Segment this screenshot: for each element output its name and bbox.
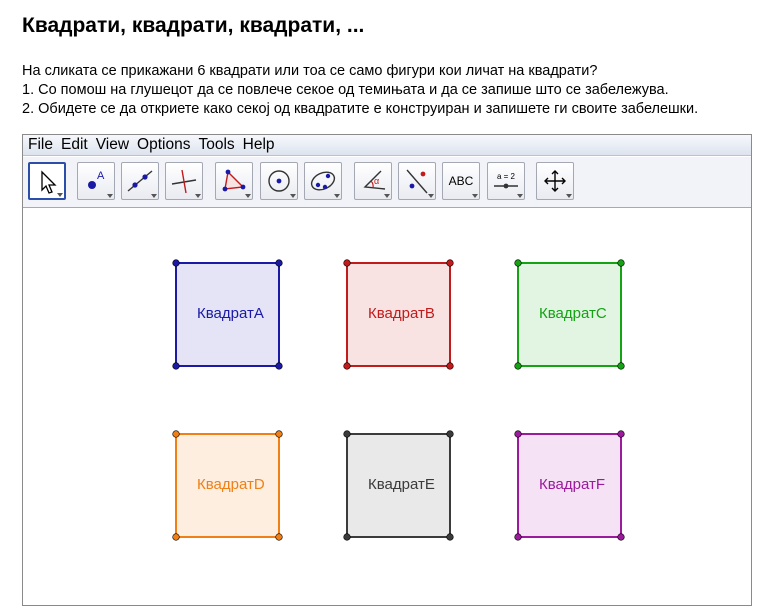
graphics-canvas[interactable]: КвадратA КвадратB КвадратC КвадратD КвадратE… [23,208,751,605]
perpendicular-line-icon [171,169,197,194]
vertex-point[interactable] [172,362,180,370]
vertex-point[interactable] [172,430,180,438]
square-label: КвадратB [368,305,435,322]
square-b: КвадратB [343,259,454,370]
dropdown-arrow-icon [57,193,63,197]
page-title: Квадрати, квадрати, квадрати, ... [22,14,365,37]
vertex-point[interactable] [446,430,454,438]
square-d: КвадратD [172,430,283,541]
polygon-tool-button[interactable] [215,162,253,200]
graphics-view[interactable]: КвадратA КвадратB КвадратC КвадратD КвадратE… [23,208,751,605]
vertex-point[interactable] [617,362,625,370]
menu-options[interactable]: Options [133,136,194,154]
menu-view[interactable]: View [92,136,133,154]
square-label: КвадратE [368,476,435,493]
vertex-point[interactable] [446,362,454,370]
vertex-point[interactable] [275,362,283,370]
vertex-point[interactable] [446,259,454,267]
polygon-icon [222,169,246,192]
move-arrow-icon [41,170,57,194]
instruction-line: 2. Обидете се да откриете како секој од … [22,101,699,117]
point-tool-label: A [97,170,105,182]
conic-five-points-icon [310,171,336,191]
insert-text-icon: ABC [448,174,474,188]
square-label: КвадратF [539,476,605,493]
slider-tool-label: a = 2 [497,172,516,181]
menu-help[interactable]: Help [239,136,279,154]
vertex-point[interactable] [275,430,283,438]
vertex-point[interactable] [514,430,522,438]
vertex-point[interactable] [343,362,351,370]
dropdown-arrow-icon [290,194,296,198]
vertex-point[interactable] [275,259,283,267]
square-a: КвадратA [172,259,283,370]
vertex-point[interactable] [172,259,180,267]
vertex-point[interactable] [446,533,454,541]
dropdown-arrow-icon [566,194,572,198]
instruction-line: 1. Со помош на глушецот да се повлече се… [22,82,669,98]
point-tool-button[interactable]: A [77,162,115,200]
move-graphics-view-icon [544,170,566,192]
line-through-points-icon [127,170,153,192]
line-tool-button[interactable] [121,162,159,200]
square-label: КвадратC [539,305,607,322]
reflect-tool-button[interactable] [398,162,436,200]
conic-tool-button[interactable] [304,162,342,200]
dropdown-arrow-icon [151,194,157,198]
vertex-point[interactable] [617,533,625,541]
move-view-tool-button[interactable] [536,162,574,200]
instructions: На сликата се прикажани 6 квадрати или т… [22,62,698,119]
dropdown-arrow-icon [195,194,201,198]
dropdown-arrow-icon [517,194,523,198]
dropdown-arrow-icon [384,194,390,198]
square-label: КвадратA [197,305,264,322]
menu-tools[interactable]: Tools [194,136,238,154]
dropdown-arrow-icon [245,194,251,198]
dropdown-arrow-icon [107,194,113,198]
dropdown-arrow-icon [472,194,478,198]
perpendicular-tool-button[interactable] [165,162,203,200]
circle-center-point-icon [268,170,290,192]
new-point-icon: A [88,170,105,189]
square-f: КвадратF [514,430,625,541]
vertex-point[interactable] [343,259,351,267]
square-c: КвадратC [514,259,625,370]
angle-tool-label: α [374,176,379,186]
vertex-point[interactable] [343,430,351,438]
menu-bar: File Edit View Options Tools Help [23,135,751,156]
slider-tool-button[interactable]: a = 2 [487,162,525,200]
vertex-point[interactable] [514,362,522,370]
vertex-point[interactable] [617,430,625,438]
dropdown-arrow-icon [334,194,340,198]
instruction-line: На сликата се прикажани 6 квадрати или т… [22,63,598,79]
vertex-point[interactable] [514,533,522,541]
vertex-point[interactable] [275,533,283,541]
toolbar: A α ABC a = 2 [23,157,751,208]
text-tool-button[interactable]: ABC [442,162,480,200]
angle-icon: α [363,170,386,190]
vertex-point[interactable] [514,259,522,267]
vertex-point[interactable] [617,259,625,267]
angle-tool-button[interactable]: α [354,162,392,200]
circle-tool-button[interactable] [260,162,298,200]
menu-edit[interactable]: Edit [57,136,92,154]
square-label: КвадратD [197,476,265,493]
reflect-about-line-icon [406,169,428,194]
vertex-point[interactable] [172,533,180,541]
menu-file[interactable]: File [23,136,57,154]
slider-icon: a = 2 [494,172,518,189]
square-e: КвадратE [343,430,454,541]
vertex-point[interactable] [343,533,351,541]
geogebra-applet: File Edit View Options Tools Help A α AB… [22,134,752,606]
move-tool-button[interactable] [28,162,66,200]
dropdown-arrow-icon [428,194,434,198]
